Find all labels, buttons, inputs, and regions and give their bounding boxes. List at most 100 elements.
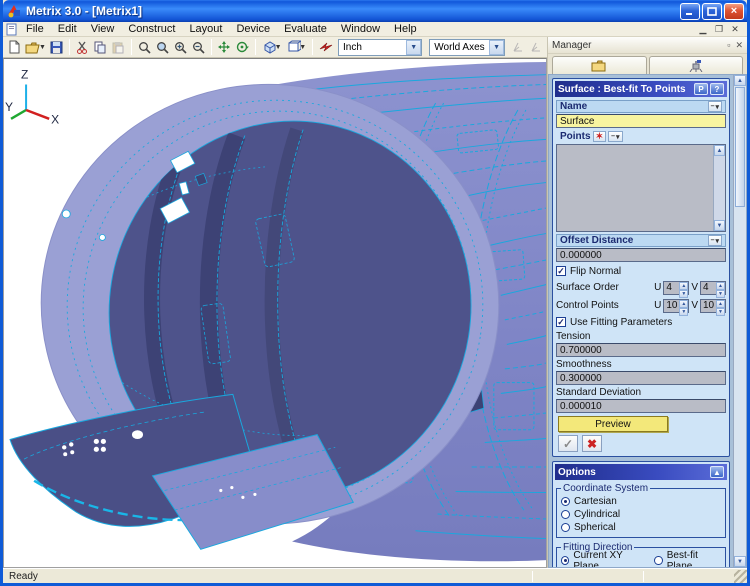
points-pick-button[interactable]: ✶: [592, 131, 607, 142]
spin-up-icon[interactable]: ▲: [716, 281, 725, 290]
scroll-up-icon[interactable]: ▲: [734, 75, 746, 86]
points-listbox[interactable]: ▲ ▼: [556, 144, 726, 232]
offset-distance-input[interactable]: 0.000000: [556, 248, 726, 262]
name-input[interactable]: Surface: [556, 114, 726, 128]
maximize-button[interactable]: [702, 2, 722, 20]
spin-up-icon[interactable]: ▲: [679, 281, 689, 290]
zoom-in-button[interactable]: [172, 38, 189, 56]
spin-up-icon[interactable]: ▲: [716, 299, 725, 308]
close-icon[interactable]: ✕: [735, 40, 743, 51]
radio-best-fit-plane[interactable]: Best-fit Plane: [654, 550, 721, 567]
fuselage-model[interactable]: Z Y X: [4, 59, 546, 567]
use-fitting-checkbox[interactable]: ✓ Use Fitting Parameters: [556, 315, 726, 329]
mdi-window-controls[interactable]: ▁ ❐ ✕: [697, 24, 745, 35]
scissors-icon: [77, 41, 88, 54]
scrollbar-thumb[interactable]: [735, 87, 745, 207]
device-connect-button[interactable]: [317, 38, 334, 56]
surface-order-u-spinner[interactable]: 4 ▲ ▼: [663, 280, 690, 298]
chevron-down-icon[interactable]: ▼: [406, 39, 422, 55]
scroll-down-icon[interactable]: ▼: [734, 556, 746, 567]
folder-tab[interactable]: [552, 56, 647, 74]
surface-panel-title: Surface : Best-fit To Points: [558, 83, 686, 95]
radio-cartesian[interactable]: Cartesian: [561, 495, 721, 508]
radio-icon: [561, 510, 570, 519]
menu-evaluate[interactable]: Evaluate: [277, 22, 334, 36]
apply-button[interactable]: ✓: [558, 435, 578, 452]
menu-edit[interactable]: Edit: [51, 22, 84, 36]
offset-options-button[interactable]: – ▾: [707, 235, 722, 246]
instrument-tab[interactable]: [648, 56, 743, 74]
spin-down-icon[interactable]: ▼: [679, 289, 689, 298]
menu-construct[interactable]: Construct: [121, 22, 182, 36]
viewport-3d[interactable]: Z Y X: [3, 58, 547, 568]
smoothness-input[interactable]: 0.300000: [556, 371, 726, 385]
scroll-up-icon[interactable]: ▲: [714, 145, 725, 156]
menu-file[interactable]: File: [19, 22, 51, 36]
help-button[interactable]: ?: [710, 83, 724, 95]
red-device-icon: [319, 42, 332, 52]
collapse-button[interactable]: ▲: [710, 466, 724, 478]
radio-selected-icon: [561, 497, 570, 506]
preview-button[interactable]: Preview: [558, 416, 668, 432]
cancel-button[interactable]: ✖: [582, 435, 602, 452]
control-points-u-spinner[interactable]: 10 ▲ ▼: [663, 298, 690, 316]
new-file-button[interactable]: [6, 38, 23, 56]
radio-spherical[interactable]: Spherical: [561, 521, 721, 534]
spin-down-icon[interactable]: ▼: [716, 307, 725, 316]
zoom-out-button[interactable]: [190, 38, 207, 56]
radio-cylindrical[interactable]: Cylindrical: [561, 508, 721, 521]
standard-deviation-input[interactable]: 0.000010: [556, 399, 726, 413]
manager-title-bar[interactable]: Manager ▫ ✕: [548, 37, 747, 54]
close-button[interactable]: ×: [724, 2, 744, 20]
view-orientation-button[interactable]: ▼: [260, 38, 284, 56]
instrument-icon: [689, 60, 703, 72]
zoom-dynamic-button[interactable]: [154, 38, 171, 56]
pan-button[interactable]: [216, 38, 233, 56]
axes-tool-button-2[interactable]: [527, 38, 544, 56]
menu-device[interactable]: Device: [229, 22, 277, 36]
points-scrollbar[interactable]: ▲ ▼: [713, 145, 725, 231]
manager-scrollbar[interactable]: ▲ ▼: [733, 75, 746, 567]
control-points-v-value: 10: [703, 300, 715, 311]
axes-tool-button-1[interactable]: [509, 38, 526, 56]
tension-input[interactable]: 0.700000: [556, 343, 726, 357]
mini-axes-icon: [513, 42, 522, 52]
control-points-row: Control Points U 10 ▲ ▼ V 10 ▲ ▼: [556, 297, 726, 316]
points-options-button[interactable]: – ▾: [608, 131, 623, 142]
points-label-row: Points ✶ – ▾: [556, 130, 726, 143]
flip-normal-checkbox[interactable]: ✓ Flip Normal: [556, 264, 726, 278]
surface-order-v-spinner[interactable]: 4 ▲ ▼: [700, 280, 726, 298]
resize-grip[interactable]: [734, 569, 747, 583]
pin-button[interactable]: P: [694, 83, 708, 95]
radio-current-xy-plane[interactable]: Current XY Plane: [561, 550, 644, 567]
menu-view[interactable]: View: [84, 22, 122, 36]
paste-button[interactable]: [110, 38, 127, 56]
scroll-down-icon[interactable]: ▼: [714, 220, 725, 231]
control-points-v-spinner[interactable]: 10 ▲ ▼: [700, 298, 726, 316]
offset-distance-label: Offset Distance: [560, 235, 634, 246]
mdi-minimize-icon[interactable]: ▁: [697, 24, 709, 35]
zoom-window-button[interactable]: [136, 38, 153, 56]
render-mode-button[interactable]: ▼: [284, 38, 308, 56]
units-combo[interactable]: Inch ▼: [338, 38, 423, 56]
cartesian-label: Cartesian: [574, 496, 617, 507]
cut-button[interactable]: [74, 38, 91, 56]
spin-down-icon[interactable]: ▼: [679, 307, 689, 316]
spin-up-icon[interactable]: ▲: [679, 299, 689, 308]
save-button[interactable]: [48, 38, 65, 56]
menu-layout[interactable]: Layout: [182, 22, 229, 36]
mdi-close-icon[interactable]: ✕: [729, 24, 741, 35]
undock-icon[interactable]: ▫: [727, 40, 730, 51]
name-options-button[interactable]: – ▾: [707, 101, 722, 112]
copy-icon: [94, 41, 106, 53]
axes-combo[interactable]: World Axes ▼: [429, 38, 506, 56]
chevron-down-icon[interactable]: ▼: [489, 39, 505, 55]
spin-down-icon[interactable]: ▼: [716, 289, 725, 298]
minimize-button[interactable]: [680, 2, 700, 20]
menu-help[interactable]: Help: [387, 22, 424, 36]
open-file-button[interactable]: ▼: [24, 38, 47, 56]
copy-button[interactable]: [92, 38, 109, 56]
mdi-restore-icon[interactable]: ❐: [713, 24, 725, 35]
menu-window[interactable]: Window: [334, 22, 387, 36]
rotate-button[interactable]: [234, 38, 251, 56]
